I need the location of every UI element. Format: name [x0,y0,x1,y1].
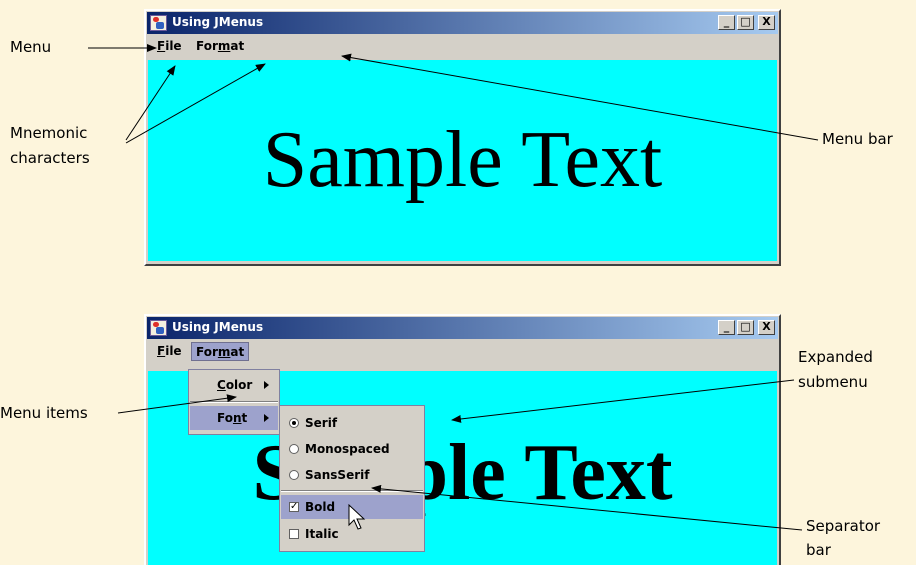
menu-file[interactable]: File [153,37,186,56]
format-menu-popup: Color Font [188,369,280,435]
submenu-arrow-icon [264,381,269,389]
menu-item-italic[interactable]: Italic [281,522,423,546]
maximize-button[interactable]: □ [737,320,754,335]
annotation-menu-bar: Menu bar [822,130,893,148]
radio-icon [289,470,299,480]
annotation-separator-1: Separator [806,517,881,535]
sample-text: Sample Text [252,429,673,517]
annotation-menu: Menu [10,38,52,56]
menu-bar: File Format [147,35,778,58]
annotation-expanded-1: Expanded [798,348,873,366]
close-button[interactable]: X [758,320,775,335]
submenu-arrow-icon [264,414,269,422]
annotation-mnemonic-1: Mnemonic [10,124,88,142]
annotation-mnemonic-2: characters [10,149,90,167]
menu-item-label: Monospaced [305,442,390,456]
window-title: Using JMenus [172,320,264,334]
menu-item-color[interactable]: Color [190,373,278,397]
font-submenu-popup: Serif Monospaced SansSerif ✓ Bold Italic [279,405,425,552]
menu-item-bold[interactable]: ✓ Bold [281,495,423,519]
menu-item-label: Font [217,411,248,425]
close-button[interactable]: X [758,15,775,30]
minimize-button[interactable]: _ [718,15,735,30]
radio-icon [289,444,299,454]
radio-selected-icon [289,418,299,428]
java-cup-icon [150,15,167,31]
sample-text: Sample Text [262,116,663,204]
menu-item-font[interactable]: Font [190,406,278,430]
annotation-expanded-2: submenu [798,373,868,391]
menu-file[interactable]: File [153,342,186,361]
menu-item-label: Color [217,378,253,392]
annotation-menu-items: Menu items [0,404,88,422]
menu-item-label: Serif [305,416,338,430]
window-bottom: Using JMenus _ □ X File Format Sample Te… [144,314,781,565]
annotation-separator-2: bar [806,541,831,559]
content-panel: Sample Text [148,60,777,261]
menu-item-monospaced[interactable]: Monospaced [281,437,423,461]
menu-bar: File Format [147,340,778,363]
menu-item-sansserif[interactable]: SansSerif [281,463,423,487]
checkbox-icon [289,529,299,539]
checkbox-checked-icon: ✓ [289,501,299,512]
java-cup-icon [150,320,167,336]
separator-bar [281,490,423,492]
maximize-button[interactable]: □ [737,15,754,30]
minimize-button[interactable]: _ [718,320,735,335]
title-bar[interactable]: Using JMenus _ □ X [147,12,778,34]
title-bar[interactable]: Using JMenus _ □ X [147,317,778,339]
separator [190,401,278,403]
menu-item-label: Italic [305,527,339,541]
menu-item-label: SansSerif [305,468,370,482]
window-title: Using JMenus [172,15,264,29]
menu-item-label: Bold [305,500,336,514]
menu-format[interactable]: Format [192,37,248,56]
menu-item-serif[interactable]: Serif [281,411,423,435]
menu-format[interactable]: Format [191,342,250,361]
window-top: Using JMenus _ □ X File Format Sample Te… [144,9,781,266]
